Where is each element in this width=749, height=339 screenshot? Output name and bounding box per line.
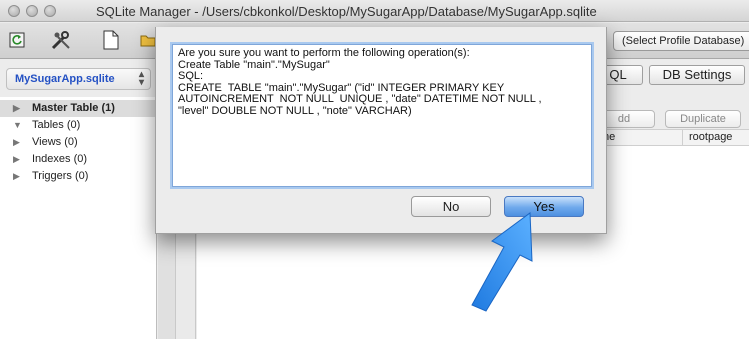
- tree-item-label: Indexes (0): [32, 153, 88, 165]
- window-title: SQLite Manager - /Users/cbkonkol/Desktop…: [96, 4, 597, 19]
- new-file-icon: [103, 30, 119, 50]
- database-name: MySugarApp.sqlite: [15, 73, 115, 85]
- tools-button[interactable]: [46, 29, 76, 51]
- sidebar-tree: ▶ Master Table (1) ▼ Tables (0) ▶ Views …: [0, 97, 157, 339]
- open-database-button[interactable]: [140, 29, 156, 51]
- profile-database-select[interactable]: (Select Profile Database): [613, 31, 749, 51]
- select-arrows-icon: ▴ ▾: [138, 69, 144, 88]
- disclosure-collapsed-icon[interactable]: ▶: [13, 134, 20, 151]
- tree-item-label: Master Table (1): [32, 102, 115, 114]
- tree-item-master-table[interactable]: ▶ Master Table (1): [0, 100, 157, 117]
- disclosure-expanded-icon[interactable]: ▼: [13, 117, 22, 134]
- sqlite-manager-window: SQLite Manager - /Users/cbkonkol/Desktop…: [0, 0, 749, 339]
- dialog-message[interactable]: Are you sure you want to perform the fol…: [172, 44, 592, 187]
- reload-button[interactable]: [6, 29, 28, 51]
- reload-icon: [9, 32, 25, 48]
- duplicate-button[interactable]: Duplicate: [665, 110, 741, 128]
- disclosure-collapsed-icon[interactable]: ▶: [13, 151, 20, 168]
- tree-item-label: Tables (0): [32, 119, 81, 131]
- tree-item-views[interactable]: ▶ Views (0): [0, 134, 157, 151]
- column-divider: [682, 130, 683, 146]
- tree-item-label: Views (0): [32, 136, 78, 148]
- pointer-arrow-icon: [471, 212, 533, 312]
- disclosure-collapsed-icon[interactable]: ▶: [13, 100, 20, 117]
- zoom-window-button[interactable]: [44, 5, 56, 17]
- tools-icon: [50, 29, 72, 51]
- column-header-rootpage[interactable]: rootpage: [689, 131, 732, 143]
- folder-icon: [140, 32, 156, 48]
- minimize-window-button[interactable]: [26, 5, 38, 17]
- database-select[interactable]: MySugarApp.sqlite ▴ ▾: [6, 68, 151, 90]
- tab-db-settings[interactable]: DB Settings: [649, 65, 745, 85]
- title-bar: SQLite Manager - /Users/cbkonkol/Desktop…: [0, 0, 749, 22]
- tree-item-triggers[interactable]: ▶ Triggers (0): [0, 168, 157, 185]
- new-database-button[interactable]: [98, 29, 124, 51]
- close-window-button[interactable]: [8, 5, 20, 17]
- disclosure-collapsed-icon[interactable]: ▶: [13, 168, 20, 185]
- tree-item-tables[interactable]: ▼ Tables (0): [0, 117, 157, 134]
- database-selector-bar: MySugarApp.sqlite ▴ ▾: [0, 60, 157, 96]
- tree-item-label: Triggers (0): [32, 170, 89, 182]
- tree-item-indexes[interactable]: ▶ Indexes (0): [0, 151, 157, 168]
